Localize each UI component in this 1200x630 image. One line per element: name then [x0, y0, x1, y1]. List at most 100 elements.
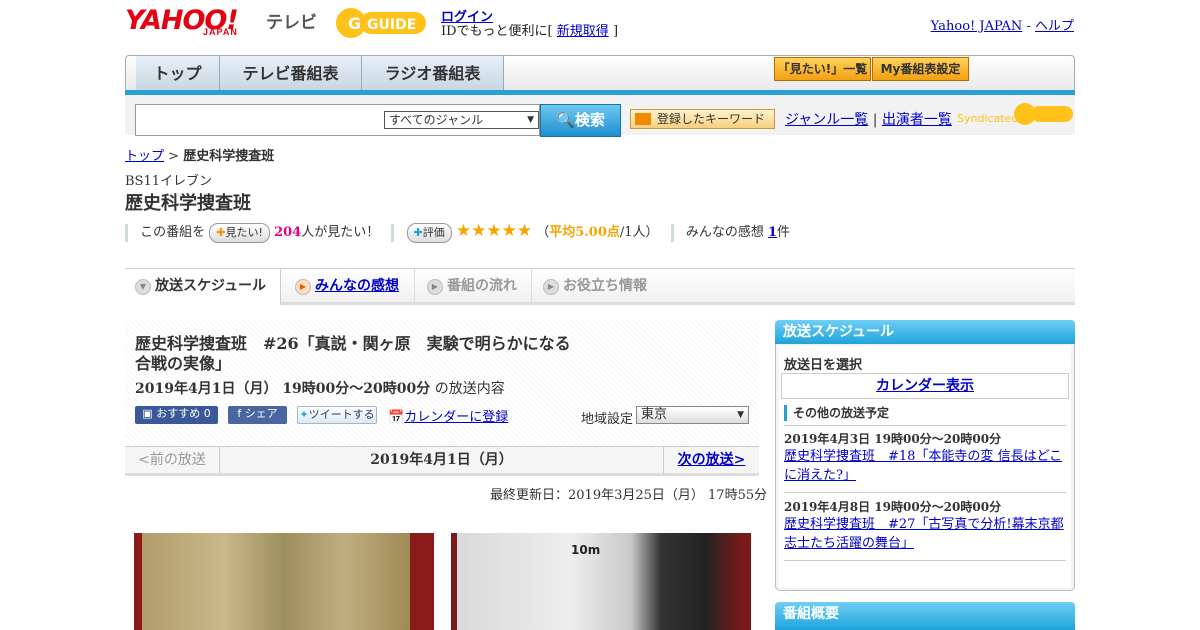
breadcrumb-home[interactable]: トップ	[125, 149, 164, 164]
genre-select-value: すべてのジャンル	[389, 113, 484, 127]
tab-label: 放送スケジュール	[155, 278, 267, 294]
row-divider	[125, 223, 128, 242]
help-link[interactable]: ヘルプ	[1035, 19, 1074, 34]
calendar-icon: 📅	[388, 410, 405, 425]
my-schedule-button[interactable]: My番組表設定	[872, 57, 969, 81]
syndicated-gguide-logo: Syndicated	[957, 102, 1075, 128]
genre-list-link[interactable]: ジャンル一覧	[785, 112, 868, 128]
episode-date-suffix: の放送内容	[434, 381, 505, 397]
want-count: 204	[274, 225, 302, 240]
facebook-recommend-button[interactable]: ▣ おすすめ 0	[135, 406, 218, 424]
nav-tab-radio-schedule[interactable]: ラジオ番組表	[362, 56, 504, 91]
broadcast-navigation: <前の放送 2019年4月1日（月） 次の放送>	[125, 446, 759, 476]
tweet-button[interactable]: ✦ツイートする	[297, 406, 377, 424]
row-divider	[391, 223, 395, 242]
id-line: IDでもっと便利に[ 新規取得 ]	[441, 20, 618, 39]
episode-date-value: 2019年4月1日（月） 19時00分～20時00分	[135, 381, 431, 397]
tv-logo-label[interactable]: テレビ	[266, 8, 317, 33]
tab-label: みんなの感想	[315, 278, 399, 294]
other-broadcast-date: 2019年4月3日 19時00分～20時00分	[784, 432, 1002, 446]
register-link[interactable]: 新規取得	[557, 24, 609, 39]
divider	[784, 425, 1066, 426]
dropdown-arrow-icon: ▼	[527, 115, 534, 125]
tab-program-flow[interactable]: ▶ 番組の流れ	[417, 269, 532, 303]
last-updated: 最終更新日：2019年3月25日（月） 17時55分	[490, 488, 768, 503]
search-links: ジャンル一覧 | 出演者一覧	[785, 109, 952, 129]
facebook-icon: ▣	[142, 407, 153, 420]
breadcrumb-sep: >	[168, 149, 180, 164]
chevron-right-icon: ▶	[295, 279, 311, 295]
id-suffix: ]	[612, 24, 619, 39]
calendar-display-box: カレンダー表示	[781, 373, 1069, 399]
breadcrumb-current: 歴史科学捜査班	[183, 149, 275, 164]
facebook-icon: f	[237, 407, 242, 420]
svg-text:G: G	[348, 14, 361, 33]
dash: -	[1026, 19, 1031, 34]
region-select[interactable]: 東京 ▼	[636, 406, 749, 424]
link-separator: |	[872, 112, 878, 128]
calendar-display-link[interactable]: カレンダー表示	[876, 378, 974, 394]
region-select-value: 東京	[641, 407, 668, 422]
other-broadcast-link[interactable]: 歴史科学捜査班 #27「古写真で分析!幕末京都志士たち活躍の舞台」	[784, 515, 1064, 553]
sidebar-summary-title: 番組概要	[775, 602, 1075, 630]
calendar-register[interactable]: 📅カレンダーに登録	[388, 406, 508, 425]
tab-useful-info[interactable]: ▶ お役立ち情報	[533, 269, 663, 303]
keyword-button[interactable]: 登録したキーワード	[630, 109, 775, 129]
plus-icon: ✚	[216, 226, 226, 239]
tab-label: 番組の流れ	[447, 278, 517, 294]
next-broadcast-link[interactable]: 次の放送>	[663, 447, 759, 474]
prev-broadcast-button[interactable]: <前の放送	[125, 447, 220, 474]
divider	[784, 560, 1066, 561]
nav-tab-tv-schedule[interactable]: テレビ番組表	[220, 56, 362, 91]
dropdown-arrow-icon: ▼	[737, 410, 744, 420]
current-broadcast-date: 2019年4月1日（月）	[370, 452, 513, 468]
gguide-logo[interactable]: G GUIDE	[334, 6, 432, 40]
want-button[interactable]: ✚見たい!	[209, 223, 270, 243]
cast-list-link[interactable]: 出演者一覧	[882, 112, 952, 128]
avg-close: /1人）	[619, 225, 659, 240]
tab-impressions[interactable]: ▶ みんなの感想	[285, 269, 415, 303]
page-title: 歴史科学捜査班	[125, 193, 251, 214]
want-suffix: 人が見たい！	[301, 225, 380, 240]
sidebar-schedule-title: 放送スケジュール	[775, 320, 1075, 344]
search-button-label: 検索	[574, 111, 605, 129]
tab-broadcast-schedule[interactable]: ▼ 放送スケジュール	[125, 269, 281, 305]
other-broadcast-link[interactable]: 歴史科学捜査班 #18「本能寺の変 信長はどこに消えた?」	[784, 447, 1064, 485]
plus-icon: ✚	[413, 226, 423, 239]
facebook-recommend-label: おすすめ 0	[156, 407, 211, 420]
search-icon: 🔍	[556, 111, 575, 129]
main-nav: トップ テレビ番組表 ラジオ番組表 「見たい!」一覧 My番組表設定	[125, 55, 1075, 92]
twitter-icon: ✦	[299, 408, 309, 421]
search-button[interactable]: 🔍検索	[540, 104, 621, 137]
sidebar-schedule-content: 放送日を選択 カレンダー表示 その他の放送予定 2019年4月3日 19時00分…	[779, 346, 1071, 588]
chevron-right-icon: ▶	[543, 279, 559, 295]
nav-tab-top[interactable]: トップ	[136, 56, 220, 91]
yahoo-japan-sub: JAPAN	[203, 27, 238, 37]
tweet-label: ツイートする	[308, 408, 375, 421]
tab-label: お役立ち情報	[563, 278, 647, 294]
impressions-count-link[interactable]: 1	[768, 225, 777, 240]
region-label: 地域設定	[581, 412, 634, 427]
yahoo-japan-link[interactable]: Yahoo! JAPAN	[931, 19, 1023, 34]
chevron-right-icon: ▶	[427, 279, 443, 295]
avg-open: （	[536, 225, 550, 240]
average-rating: 平均5.00点	[549, 225, 620, 240]
top-right-links: Yahoo! JAPAN - ヘルプ	[931, 15, 1074, 34]
photo-distance-label: 10m	[571, 543, 601, 557]
want-list-button[interactable]: 「見たい!」一覧	[774, 57, 871, 81]
gguide-logo-text: GUIDE	[367, 17, 416, 33]
chevron-down-icon: ▼	[135, 279, 151, 295]
station-name: BS11イレブン	[125, 174, 213, 189]
genre-select[interactable]: すべてのジャンル ▼	[384, 111, 539, 129]
facebook-share-button[interactable]: f シェア	[228, 406, 287, 424]
episode-date: 2019年4月1日（月） 19時00分～20時00分 の放送内容	[135, 378, 505, 398]
breadcrumb: トップ > 歴史科学捜査班	[125, 145, 274, 164]
want-prefix: この番組を	[140, 225, 206, 240]
rate-button[interactable]: ✚評価	[406, 223, 452, 243]
syndicated-label: Syndicated	[957, 112, 1019, 125]
want-button-label: 見たい!	[225, 226, 263, 239]
episode-photo-experiment: 10m	[451, 533, 751, 630]
episode-title: 歴史科学捜査班 #26「真説・関ヶ原 実験で明らかになる合戦の実像」	[135, 334, 571, 373]
calendar-register-link[interactable]: カレンダーに登録	[404, 410, 508, 425]
episode-photo-folding-screen	[134, 533, 434, 630]
